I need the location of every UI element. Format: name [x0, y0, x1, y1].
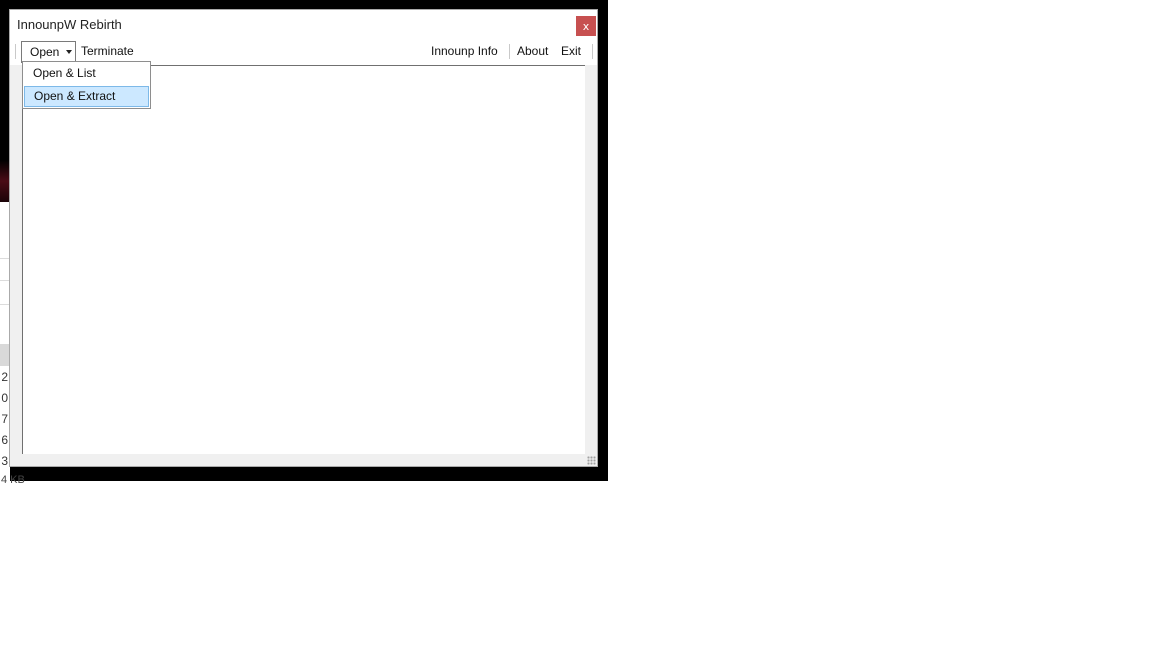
- open-label: Open: [30, 45, 60, 59]
- file-list-area[interactable]: [22, 65, 585, 454]
- background-cell: 2: [1, 370, 8, 384]
- background-cell: 7: [1, 412, 8, 426]
- menu-about[interactable]: About: [517, 44, 548, 58]
- window-title: InnounpW Rebirth: [17, 17, 122, 32]
- dropdown-item-open-list[interactable]: Open & List: [24, 64, 149, 85]
- close-button[interactable]: x: [576, 16, 596, 36]
- menu-terminate[interactable]: Terminate: [81, 44, 134, 58]
- background-cell: 6: [1, 433, 8, 447]
- menu-exit[interactable]: Exit: [561, 44, 581, 58]
- open-split-button[interactable]: Open: [21, 41, 76, 63]
- chevron-down-icon[interactable]: [66, 50, 72, 54]
- status-bar: [10, 456, 597, 466]
- menu-separator: [509, 44, 510, 59]
- background-taskbar-fragment: [395, 467, 608, 481]
- title-bar[interactable]: InnounpW Rebirth x: [10, 10, 597, 39]
- open-dropdown-menu: Open & List Open & Extract: [22, 61, 151, 109]
- resize-grip[interactable]: [587, 456, 596, 465]
- background-file-size: 4 KB: [1, 474, 25, 486]
- dropdown-item-open-extract[interactable]: Open & Extract: [24, 86, 149, 107]
- menu-separator: [592, 44, 593, 59]
- background-cell: 0: [1, 391, 8, 405]
- close-icon: x: [582, 19, 590, 33]
- menu-separator: [15, 44, 16, 59]
- background-cell: 3: [1, 454, 8, 468]
- menu-innounp-info[interactable]: Innounp Info: [431, 44, 498, 58]
